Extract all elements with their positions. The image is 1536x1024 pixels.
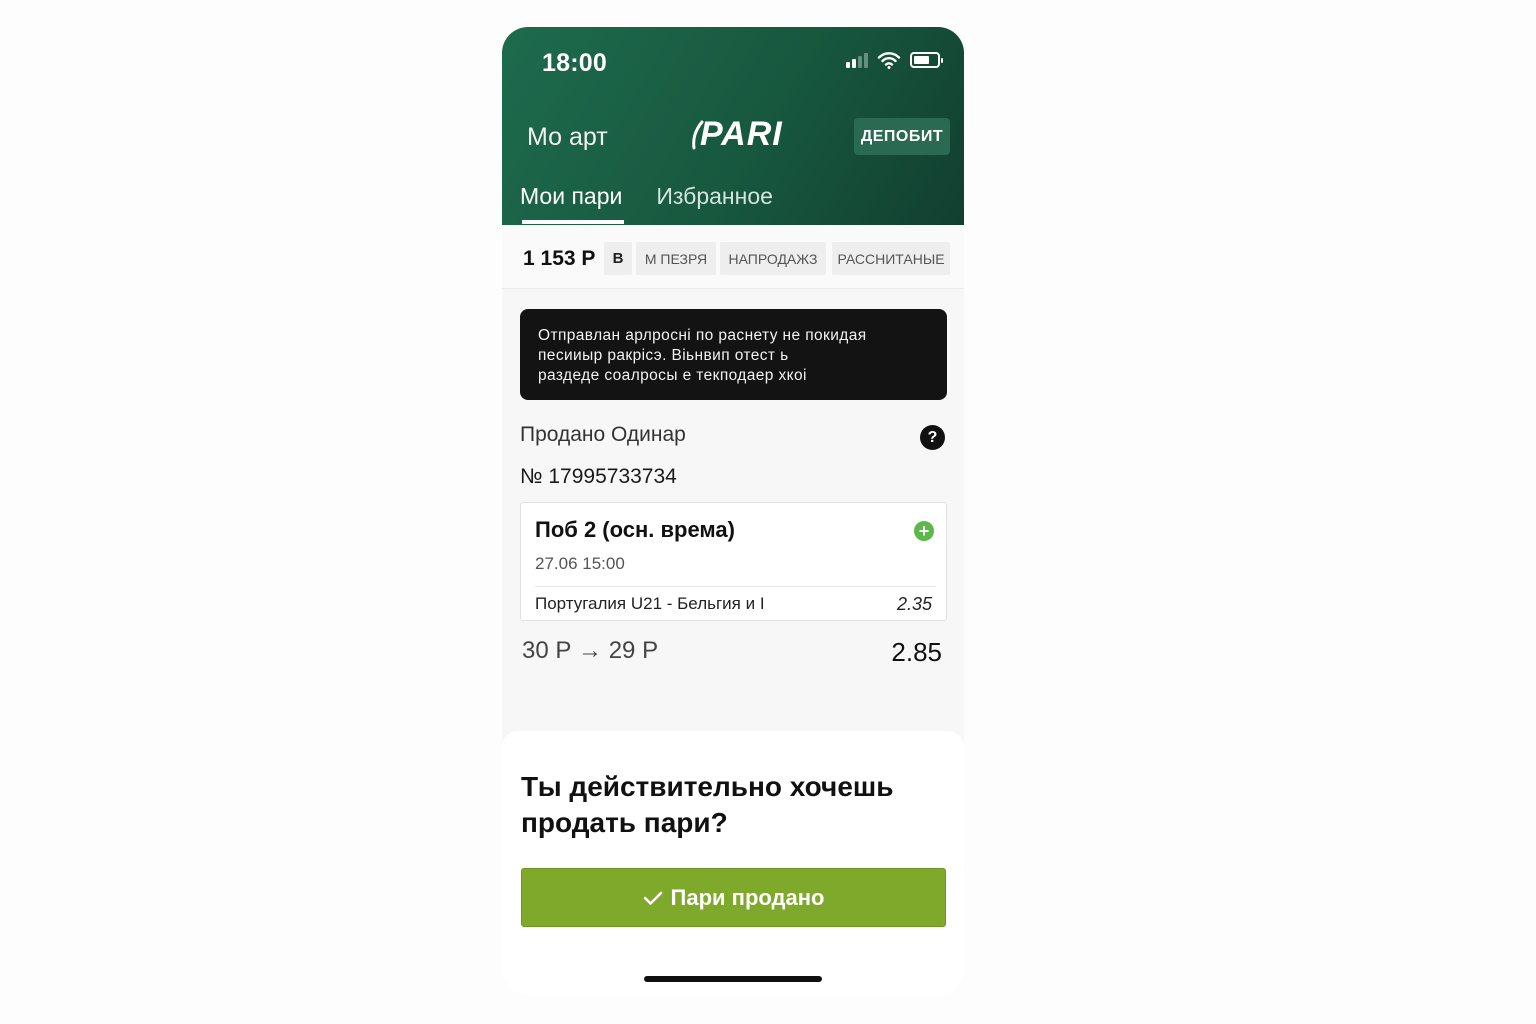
signal-icon [846, 52, 868, 68]
check-icon [643, 891, 662, 905]
bet-outcome: Поб 2 (осн. врема) [535, 517, 735, 542]
header-title: Мо арт [527, 123, 608, 151]
card-divider [535, 586, 936, 587]
deposit-button[interactable]: ДЕПОБИТ [854, 118, 950, 155]
info-tooltip: Отправлан арлросні по раснету не покидая… [520, 309, 947, 400]
filter-chip-2[interactable]: НАПРОДАЖЗ [720, 242, 826, 275]
sell-confirm-label: Пари продано [670, 884, 825, 910]
tooltip-line: песииыр ракрісэ. Віьнвип отест ь [538, 347, 789, 364]
tooltip-line: Отправлан арлросні по раснету не покидая [538, 327, 867, 344]
bet-card: Поб 2 (осн. врема) + 27.06 15:00 Португа… [520, 502, 947, 621]
battery-icon [910, 52, 943, 68]
balance-value: 1 153 Р [523, 247, 596, 270]
filter-chip-3[interactable]: РАССНИТАНЫЕ [832, 242, 950, 275]
tab-my-bets[interactable]: Мои пари [520, 183, 625, 224]
filter-bar: 1 153 Р В М ПЕЗРЯ НАПРОДАЖЗ РАССНИТАНЫЕ [502, 225, 964, 289]
bet-type: Продано Одинар [520, 423, 686, 446]
total-odds: 2.85 [891, 637, 942, 667]
phone-screen: 18:00 Мо арт PARI ДЕПОБИТ Мои пари Избра… [502, 27, 964, 995]
card-odds: 2.35 [896, 594, 932, 614]
plus-icon[interactable]: + [914, 521, 934, 541]
status-icons [846, 51, 943, 69]
tab-bar: Мои пари Избранное [520, 183, 773, 224]
pari-logo: PARI [690, 115, 783, 154]
confirm-sheet: Ты действительно хочешь продать пари? Па… [502, 731, 964, 995]
match-name: Португалия U21 - Бельгия и I [535, 594, 765, 613]
filter-chip-b[interactable]: В [604, 242, 632, 275]
sell-confirm-button[interactable]: Пари продано [521, 868, 946, 927]
event-date: 27.06 15:00 [535, 554, 625, 573]
filter-chip-1[interactable]: М ПЕЗРЯ [636, 242, 716, 275]
help-icon[interactable]: ? [920, 425, 945, 450]
wifi-icon [877, 52, 901, 69]
bet-amount: 30 Р → 29 Р [522, 637, 659, 664]
tab-favorites[interactable]: Избранное [656, 183, 773, 224]
confirm-question: Ты действительно хочешь продать пари? [521, 771, 894, 838]
logo-text: PARI [700, 115, 783, 153]
home-indicator [644, 976, 822, 982]
tooltip-line: раздеде соалросы е текподаер хкоі [538, 367, 807, 384]
app-header: 18:00 Мо арт PARI ДЕПОБИТ Мои пари Избра… [502, 27, 964, 225]
status-time: 18:00 [542, 49, 607, 77]
bet-number: № 17995733734 [520, 465, 677, 488]
